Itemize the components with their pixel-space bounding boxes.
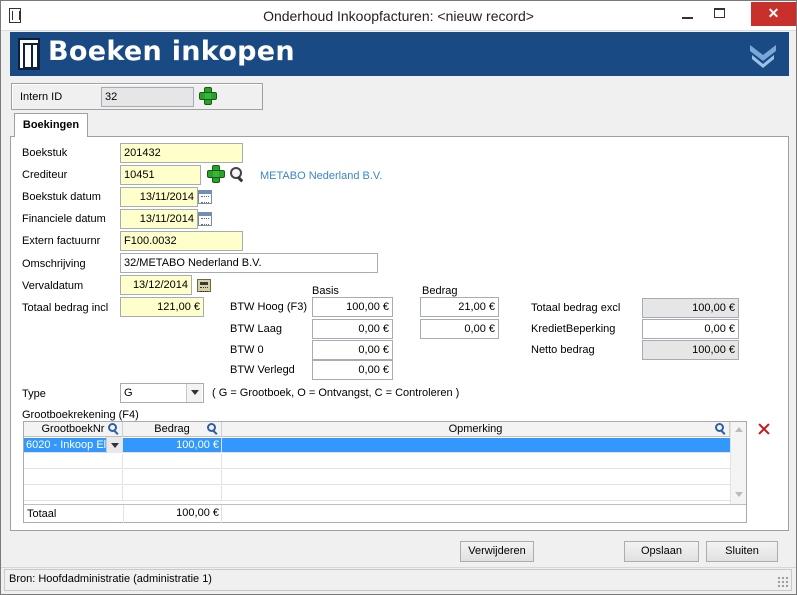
search-crediteur-icon[interactable]	[230, 167, 245, 182]
btw-0-label: BTW 0	[230, 344, 264, 356]
bedrag-cell[interactable]: 100,00 €	[123, 438, 222, 453]
crediteur-label: Crediteur	[22, 169, 68, 181]
btw-verlegd-label: BTW Verlegd	[230, 364, 295, 376]
intern-id-label: Intern ID	[20, 91, 63, 103]
btw-verlegd-basis-field[interactable]: 0,00 €	[312, 360, 393, 380]
intern-id-field: 32	[101, 87, 194, 107]
bedrag-cell[interactable]	[123, 470, 222, 485]
grootboeknr-cell-value: 6020 - Inkoop Ele	[26, 439, 113, 451]
grootboeknr-cell[interactable]	[24, 470, 123, 485]
totaal-bedrag-incl-field[interactable]: 121,00 €	[120, 297, 204, 317]
verwijderen-button[interactable]: Verwijderen	[460, 541, 534, 562]
totaal-bedrag-excl-label: Totaal bedrag excl	[531, 302, 621, 314]
krediet-beperking-field[interactable]: 0,00 €	[642, 319, 739, 339]
grid-header-bedrag[interactable]: Bedrag	[123, 422, 222, 437]
grootboeknr-cell[interactable]	[24, 486, 123, 501]
grid-header-opmerking-label: Opmerking	[448, 423, 503, 435]
boekstuk-datum-field[interactable]: 13/11/2014	[120, 187, 198, 207]
table-row[interactable]	[24, 454, 730, 469]
scroll-up-icon[interactable]	[735, 427, 743, 432]
btw-laag-bedrag-field[interactable]: 0,00 €	[420, 319, 499, 339]
maximize-button[interactable]	[705, 2, 735, 26]
btw-hoog-basis-field[interactable]: 100,00 €	[312, 297, 393, 317]
basis-column-header: Basis	[312, 285, 339, 297]
table-row[interactable]	[24, 486, 730, 501]
grid-footer-totaal-value: 100,00 €	[123, 505, 222, 523]
minimize-button[interactable]	[673, 2, 703, 26]
opslaan-button[interactable]: Opslaan	[624, 541, 699, 562]
crediteur-field[interactable]: 10451	[120, 165, 201, 185]
type-select[interactable]: G	[120, 383, 204, 403]
grootboek-section-label: Grootboekrekening (F4)	[22, 409, 139, 421]
calendar-icon[interactable]	[198, 212, 212, 226]
vervaldatum-label: Vervaldatum	[22, 280, 84, 292]
vervaldatum-field[interactable]: 13/12/2014	[120, 275, 192, 295]
minimize-icon	[682, 17, 693, 19]
header-banner: Boeken inkopen	[10, 32, 789, 76]
table-row[interactable]	[24, 470, 730, 485]
delete-icon[interactable]	[758, 423, 770, 435]
omschrijving-field[interactable]: 32/METABO Nederland B.V.	[120, 253, 378, 273]
grid-footer-totaal-label: Totaal	[27, 508, 57, 520]
table-row[interactable]: 6020 - Inkoop Ele 100,00 €	[24, 437, 730, 453]
page-title: Boeken inkopen	[48, 36, 295, 67]
chevron-down-icon[interactable]	[186, 384, 202, 402]
bedrag-cell[interactable]	[123, 486, 222, 501]
krediet-beperking-label: KredietBeperking	[531, 323, 616, 335]
grootboek-grid: GrootboekNr Bedrag Opmerking 6020 - Inko…	[23, 421, 747, 523]
boekstuk-datum-label: Boekstuk datum	[22, 191, 101, 203]
search-icon[interactable]	[108, 423, 120, 435]
btw-laag-basis-field[interactable]: 0,00 €	[312, 319, 393, 339]
boekstuk-label: Boekstuk	[22, 147, 68, 159]
netto-bedrag-label: Netto bedrag	[531, 344, 595, 356]
btw-0-basis-field[interactable]: 0,00 €	[312, 340, 393, 360]
extern-factuurnr-field[interactable]: F100.0032	[120, 231, 243, 251]
calculator-icon[interactable]	[197, 279, 211, 292]
type-hint: ( G = Grootboek, O = Ontvangst, C = Cont…	[212, 387, 460, 399]
resize-grip-icon[interactable]	[777, 576, 789, 588]
grid-header-grootboeknr[interactable]: GrootboekNr	[24, 422, 123, 437]
app-window: Onderhoud Inkoopfacturen: <nieuw record>…	[0, 0, 797, 595]
totaal-bedrag-excl-field: 100,00 €	[642, 298, 739, 318]
bedrag-column-header: Bedrag	[422, 285, 458, 297]
close-icon: ✕	[767, 5, 780, 21]
btw-laag-label: BTW Laag	[230, 323, 282, 335]
grid-footer: Totaal 100,00 €	[24, 504, 746, 523]
btw-hoog-label: BTW Hoog (F3)	[230, 301, 308, 313]
sluiten-button[interactable]: Sluiten	[706, 541, 778, 562]
financiele-datum-field[interactable]: 13/11/2014	[120, 209, 198, 229]
netto-bedrag-field: 100,00 €	[642, 340, 739, 360]
tab-boekingen[interactable]: Boekingen	[14, 113, 88, 137]
close-button[interactable]: ✕	[751, 2, 796, 26]
type-selected-value: G	[124, 387, 133, 399]
totaal-bedrag-incl-label: Totaal bedrag incl	[22, 302, 109, 314]
boekstuk-field[interactable]: 201432	[120, 143, 243, 163]
opmerking-cell[interactable]	[222, 438, 730, 453]
type-label: Type	[22, 388, 46, 400]
scroll-down-icon[interactable]	[735, 492, 743, 497]
search-icon[interactable]	[715, 423, 727, 435]
grid-header-bedrag-label: Bedrag	[154, 423, 190, 435]
extern-factuurnr-label: Extern factuurnr	[22, 235, 101, 247]
status-bar: Bron: Hoofdadministratie (administratie …	[1, 567, 796, 594]
book-icon	[18, 38, 40, 70]
maximize-icon	[714, 8, 725, 18]
grootboeknr-cell[interactable]	[24, 454, 123, 469]
add-icon[interactable]	[200, 88, 216, 104]
calendar-icon[interactable]	[198, 190, 212, 204]
status-text: Bron: Hoofdadministratie (administratie …	[9, 573, 212, 585]
bedrag-cell[interactable]	[123, 454, 222, 469]
crediteur-name[interactable]: METABO Nederland B.V.	[260, 170, 382, 182]
title-bar: Onderhoud Inkoopfacturen: <nieuw record>…	[1, 1, 796, 31]
search-icon[interactable]	[207, 423, 219, 435]
intern-id-panel: Intern ID 32	[11, 83, 263, 110]
chevron-down-icon[interactable]	[106, 437, 122, 453]
grid-header-opmerking[interactable]: Opmerking	[222, 422, 730, 437]
btw-hoog-bedrag-field[interactable]: 21,00 €	[420, 297, 499, 317]
financiele-datum-label: Financiele datum	[22, 213, 106, 225]
omschrijving-label: Omschrijving	[22, 258, 86, 270]
collapse-arrows-icon[interactable]	[748, 41, 778, 69]
add-crediteur-icon[interactable]	[208, 166, 224, 182]
grid-header-grootboeknr-label: GrootboekNr	[41, 423, 105, 435]
